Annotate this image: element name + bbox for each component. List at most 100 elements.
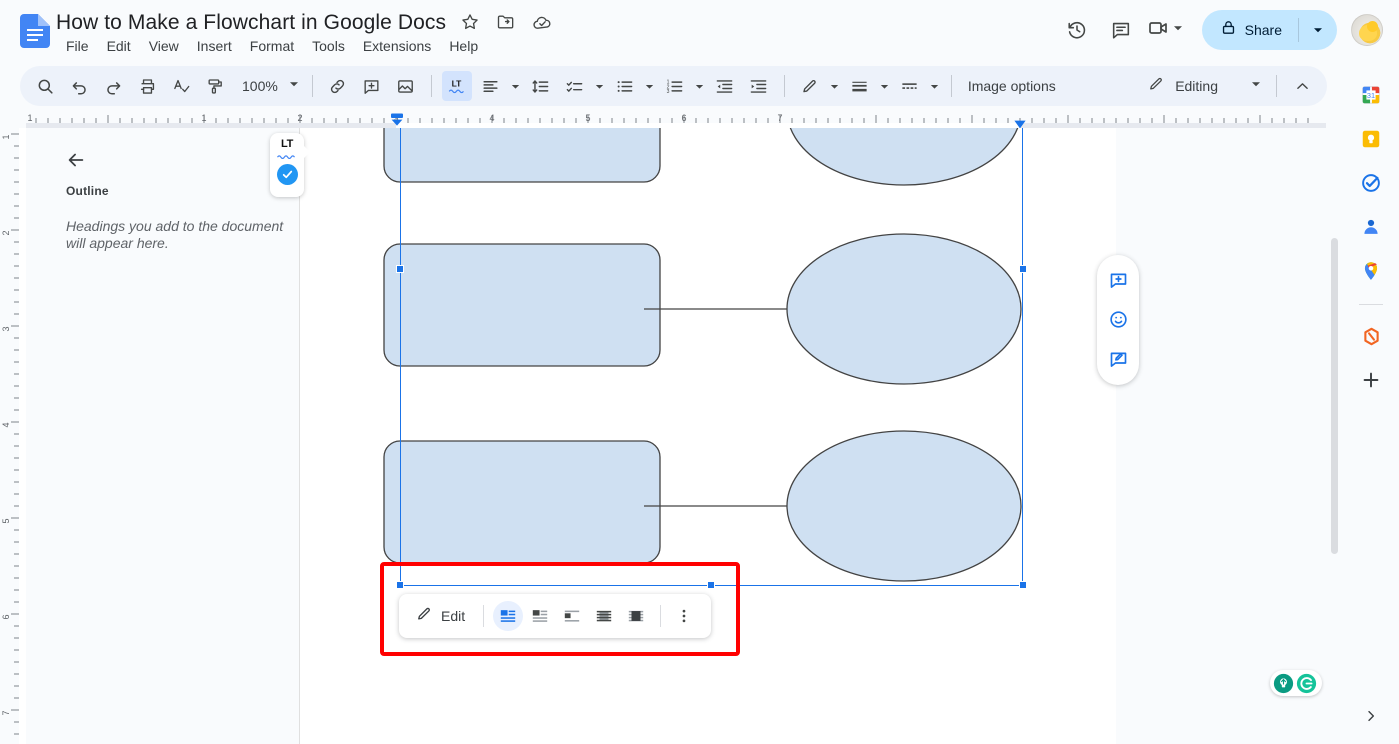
google-calendar-icon[interactable]: 31: [1352, 76, 1390, 114]
add-comment-icon[interactable]: [1102, 265, 1134, 297]
grammarly-logo-icon[interactable]: [1296, 673, 1317, 694]
checklist-icon[interactable]: [560, 71, 590, 101]
addon-hexagon-icon[interactable]: [1352, 317, 1390, 355]
star-icon[interactable]: [460, 12, 482, 34]
google-meet-button[interactable]: [1145, 10, 1190, 50]
image-options-button[interactable]: Image options: [960, 72, 1064, 100]
wrap-behind-text-icon[interactable]: [589, 601, 619, 631]
add-comment-icon[interactable]: [357, 71, 387, 101]
editing-mode-button[interactable]: Editing: [1137, 70, 1268, 102]
vertical-scrollbar-thumb[interactable]: [1331, 238, 1338, 554]
line-spacing-icon[interactable]: [526, 71, 556, 101]
menu-item-edit[interactable]: Edit: [99, 36, 139, 56]
grammarly-assistant-icon[interactable]: [1273, 673, 1294, 694]
paint-format-icon[interactable]: [200, 71, 230, 101]
border-weight-dropdown-caret[interactable]: [877, 71, 893, 101]
menu-item-tools[interactable]: Tools: [304, 36, 353, 56]
share-button[interactable]: Share: [1201, 10, 1337, 50]
svg-text:2: 2: [1, 230, 11, 235]
align-icon[interactable]: [476, 71, 506, 101]
bulleted-list-dropdown-caret[interactable]: [642, 71, 658, 101]
menu-item-help[interactable]: Help: [441, 36, 486, 56]
flowchart-image[interactable]: [300, 128, 1116, 744]
comment-history-icon[interactable]: [1101, 10, 1141, 50]
align-dropdown-caret[interactable]: [508, 71, 524, 101]
version-history-icon[interactable]: [1057, 10, 1097, 50]
print-icon[interactable]: [132, 71, 162, 101]
border-weight-icon[interactable]: [845, 71, 875, 101]
horizontal-ruler[interactable]: 1 1 2 3 4 5 6 7: [26, 112, 1326, 129]
languagetool-widget[interactable]: LT: [270, 133, 310, 197]
wrap-in-front-of-text-icon[interactable]: [621, 601, 651, 631]
emoji-reaction-icon[interactable]: [1102, 304, 1134, 336]
numbered-list-dropdown-caret[interactable]: [692, 71, 708, 101]
selection-handle-bottom-right[interactable]: [1019, 581, 1027, 589]
flowchart-rounded-rect: [383, 128, 661, 183]
share-main[interactable]: Share: [1202, 10, 1298, 50]
check-circle-icon[interactable]: [276, 164, 298, 185]
suggest-edit-icon[interactable]: [1102, 343, 1134, 375]
page-title[interactable]: How to Make a Flowchart in Google Docs: [56, 11, 446, 35]
border-dash-dropdown-caret[interactable]: [927, 71, 943, 101]
search-icon[interactable]: [30, 71, 60, 101]
menu-item-extensions[interactable]: Extensions: [355, 36, 439, 56]
selection-handle-bottom-left[interactable]: [396, 581, 404, 589]
document-page[interactable]: [300, 128, 1116, 744]
outline-title: Outline: [66, 184, 109, 198]
redo-icon[interactable]: [98, 71, 128, 101]
border-color-icon[interactable]: [795, 71, 825, 101]
share-dropdown-caret[interactable]: [1299, 10, 1337, 50]
border-color-dropdown-caret[interactable]: [827, 71, 843, 101]
selection-handle-left-middle[interactable]: [396, 265, 404, 273]
left-indent-marker[interactable]: [390, 113, 404, 127]
google-tasks-icon[interactable]: [1352, 164, 1390, 202]
google-keep-icon[interactable]: [1352, 120, 1390, 158]
selection-handle-bottom-center[interactable]: [707, 581, 715, 589]
more-options-icon[interactable]: [669, 601, 699, 631]
back-arrow-icon[interactable]: [60, 144, 92, 176]
selection-handle-right-middle[interactable]: [1019, 265, 1027, 273]
menu-item-insert[interactable]: Insert: [189, 36, 240, 56]
flowchart-ellipse: [786, 233, 1022, 385]
link-icon[interactable]: [323, 71, 353, 101]
decrease-indent-icon[interactable]: [710, 71, 740, 101]
google-docs-logo-icon[interactable]: [20, 14, 50, 48]
add-addon-icon[interactable]: [1352, 361, 1390, 399]
numbered-list-icon[interactable]: 1 2 3: [660, 71, 690, 101]
chevron-right-icon[interactable]: [1358, 703, 1384, 729]
spellcheck-icon[interactable]: [166, 71, 196, 101]
checklist-dropdown-caret[interactable]: [592, 71, 608, 101]
wrap-break-text-icon[interactable]: [557, 601, 587, 631]
move-to-folder-icon[interactable]: [496, 12, 518, 34]
lock-icon: [1220, 19, 1237, 41]
outline-empty-text: Headings you add to the document will ap…: [66, 218, 284, 251]
menu-item-format[interactable]: Format: [242, 36, 302, 56]
google-maps-icon[interactable]: [1352, 252, 1390, 290]
bulleted-list-icon[interactable]: [610, 71, 640, 101]
cloud-saved-icon[interactable]: [532, 12, 554, 34]
editing-mode-label: Editing: [1175, 78, 1218, 94]
svg-text:31: 31: [1367, 91, 1375, 100]
google-contacts-icon[interactable]: [1352, 208, 1390, 246]
svg-text:6: 6: [681, 113, 686, 123]
insert-image-icon[interactable]: [391, 71, 421, 101]
side-panel: 31: [1343, 62, 1399, 744]
wrap-inline-icon[interactable]: [493, 601, 524, 631]
undo-icon[interactable]: [64, 71, 94, 101]
wrap-text-icon[interactable]: [525, 601, 555, 631]
chevron-down-icon: [288, 77, 300, 95]
vertical-ruler[interactable]: 1 2 3 4 5 6 7: [0, 128, 26, 744]
border-dash-icon[interactable]: [895, 71, 925, 101]
document-canvas[interactable]: [300, 128, 1326, 744]
avatar[interactable]: [1351, 14, 1383, 46]
right-indent-marker[interactable]: [1013, 117, 1027, 129]
svg-text:5: 5: [585, 113, 590, 123]
increase-indent-icon[interactable]: [744, 71, 774, 101]
menu-item-view[interactable]: View: [141, 36, 187, 56]
languagetool-icon[interactable]: LT: [441, 71, 472, 101]
menu-item-file[interactable]: File: [58, 36, 97, 56]
image-edit-button[interactable]: Edit: [409, 600, 475, 632]
collapse-toolbar-icon[interactable]: [1287, 71, 1317, 101]
pencil-icon: [415, 605, 433, 628]
zoom-select[interactable]: 100%: [234, 71, 302, 101]
